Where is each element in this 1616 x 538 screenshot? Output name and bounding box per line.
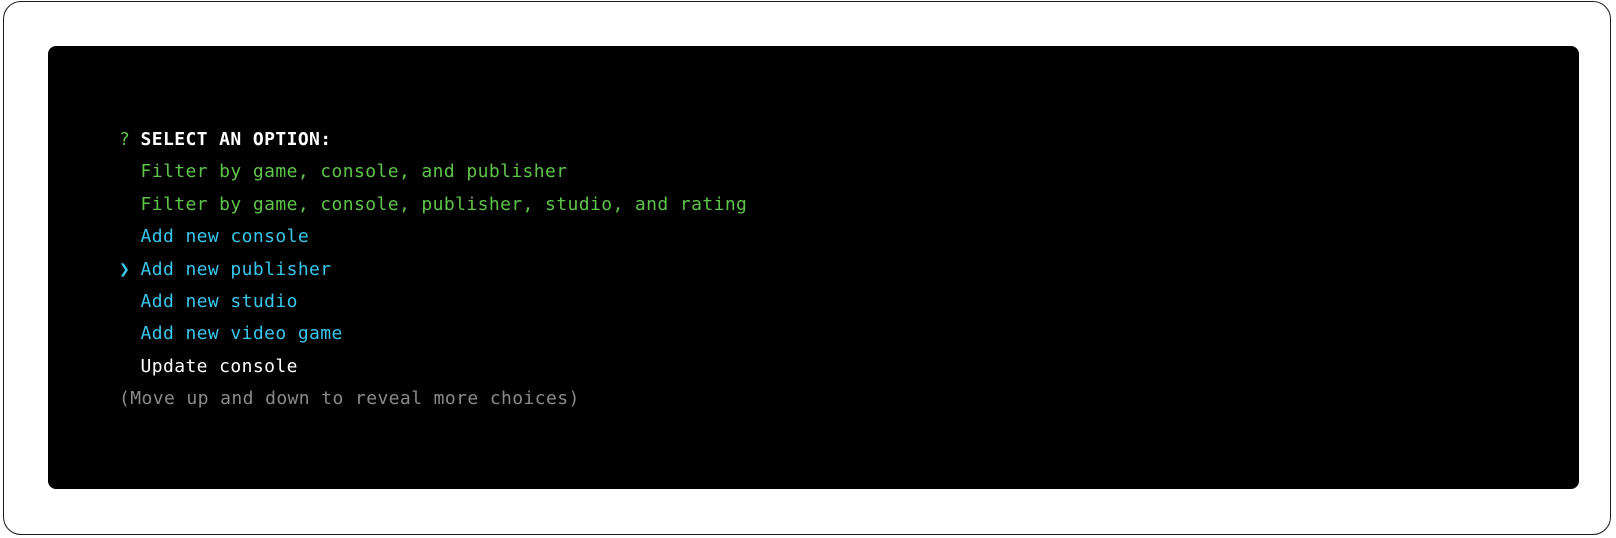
option-label: Add new console: [140, 226, 310, 248]
option-label: Add new studio: [140, 290, 298, 312]
option-add-new-console[interactable]: Add new console: [119, 221, 747, 253]
option-label: Filter by game, console, publisher, stud…: [140, 193, 748, 215]
pointer-icon: ❯: [119, 258, 131, 280]
hint-text: (Move up and down to reveal more choices…: [119, 388, 580, 410]
select-prompt: ? SELECT AN OPTION: Filter by game, conso…: [119, 124, 747, 416]
option-label: Update console: [140, 355, 298, 377]
option-label: Add new publisher: [140, 258, 332, 280]
option-add-new-video-game[interactable]: Add new video game: [119, 318, 747, 350]
option-filter-game-console-publisher[interactable]: Filter by game, console, and publisher: [119, 156, 747, 188]
window-frame: ? SELECT AN OPTION: Filter by game, conso…: [3, 1, 1611, 535]
option-add-new-publisher[interactable]: ❯ Add new publisher: [119, 254, 747, 286]
terminal-window: ? SELECT AN OPTION: Filter by game, conso…: [48, 46, 1579, 489]
option-update-console[interactable]: Update console: [119, 351, 747, 383]
navigation-hint: (Move up and down to reveal more choices…: [119, 383, 747, 415]
prompt-title: SELECT AN OPTION:: [140, 129, 332, 150]
option-label: Add new video game: [140, 323, 343, 345]
option-label: Filter by game, console, and publisher: [140, 161, 568, 183]
option-add-new-studio[interactable]: Add new studio: [119, 286, 747, 318]
prompt-line: ? SELECT AN OPTION:: [119, 124, 747, 156]
question-mark-icon: ?: [119, 129, 131, 150]
option-filter-game-console-publisher-studio-rating[interactable]: Filter by game, console, publisher, stud…: [119, 189, 747, 221]
